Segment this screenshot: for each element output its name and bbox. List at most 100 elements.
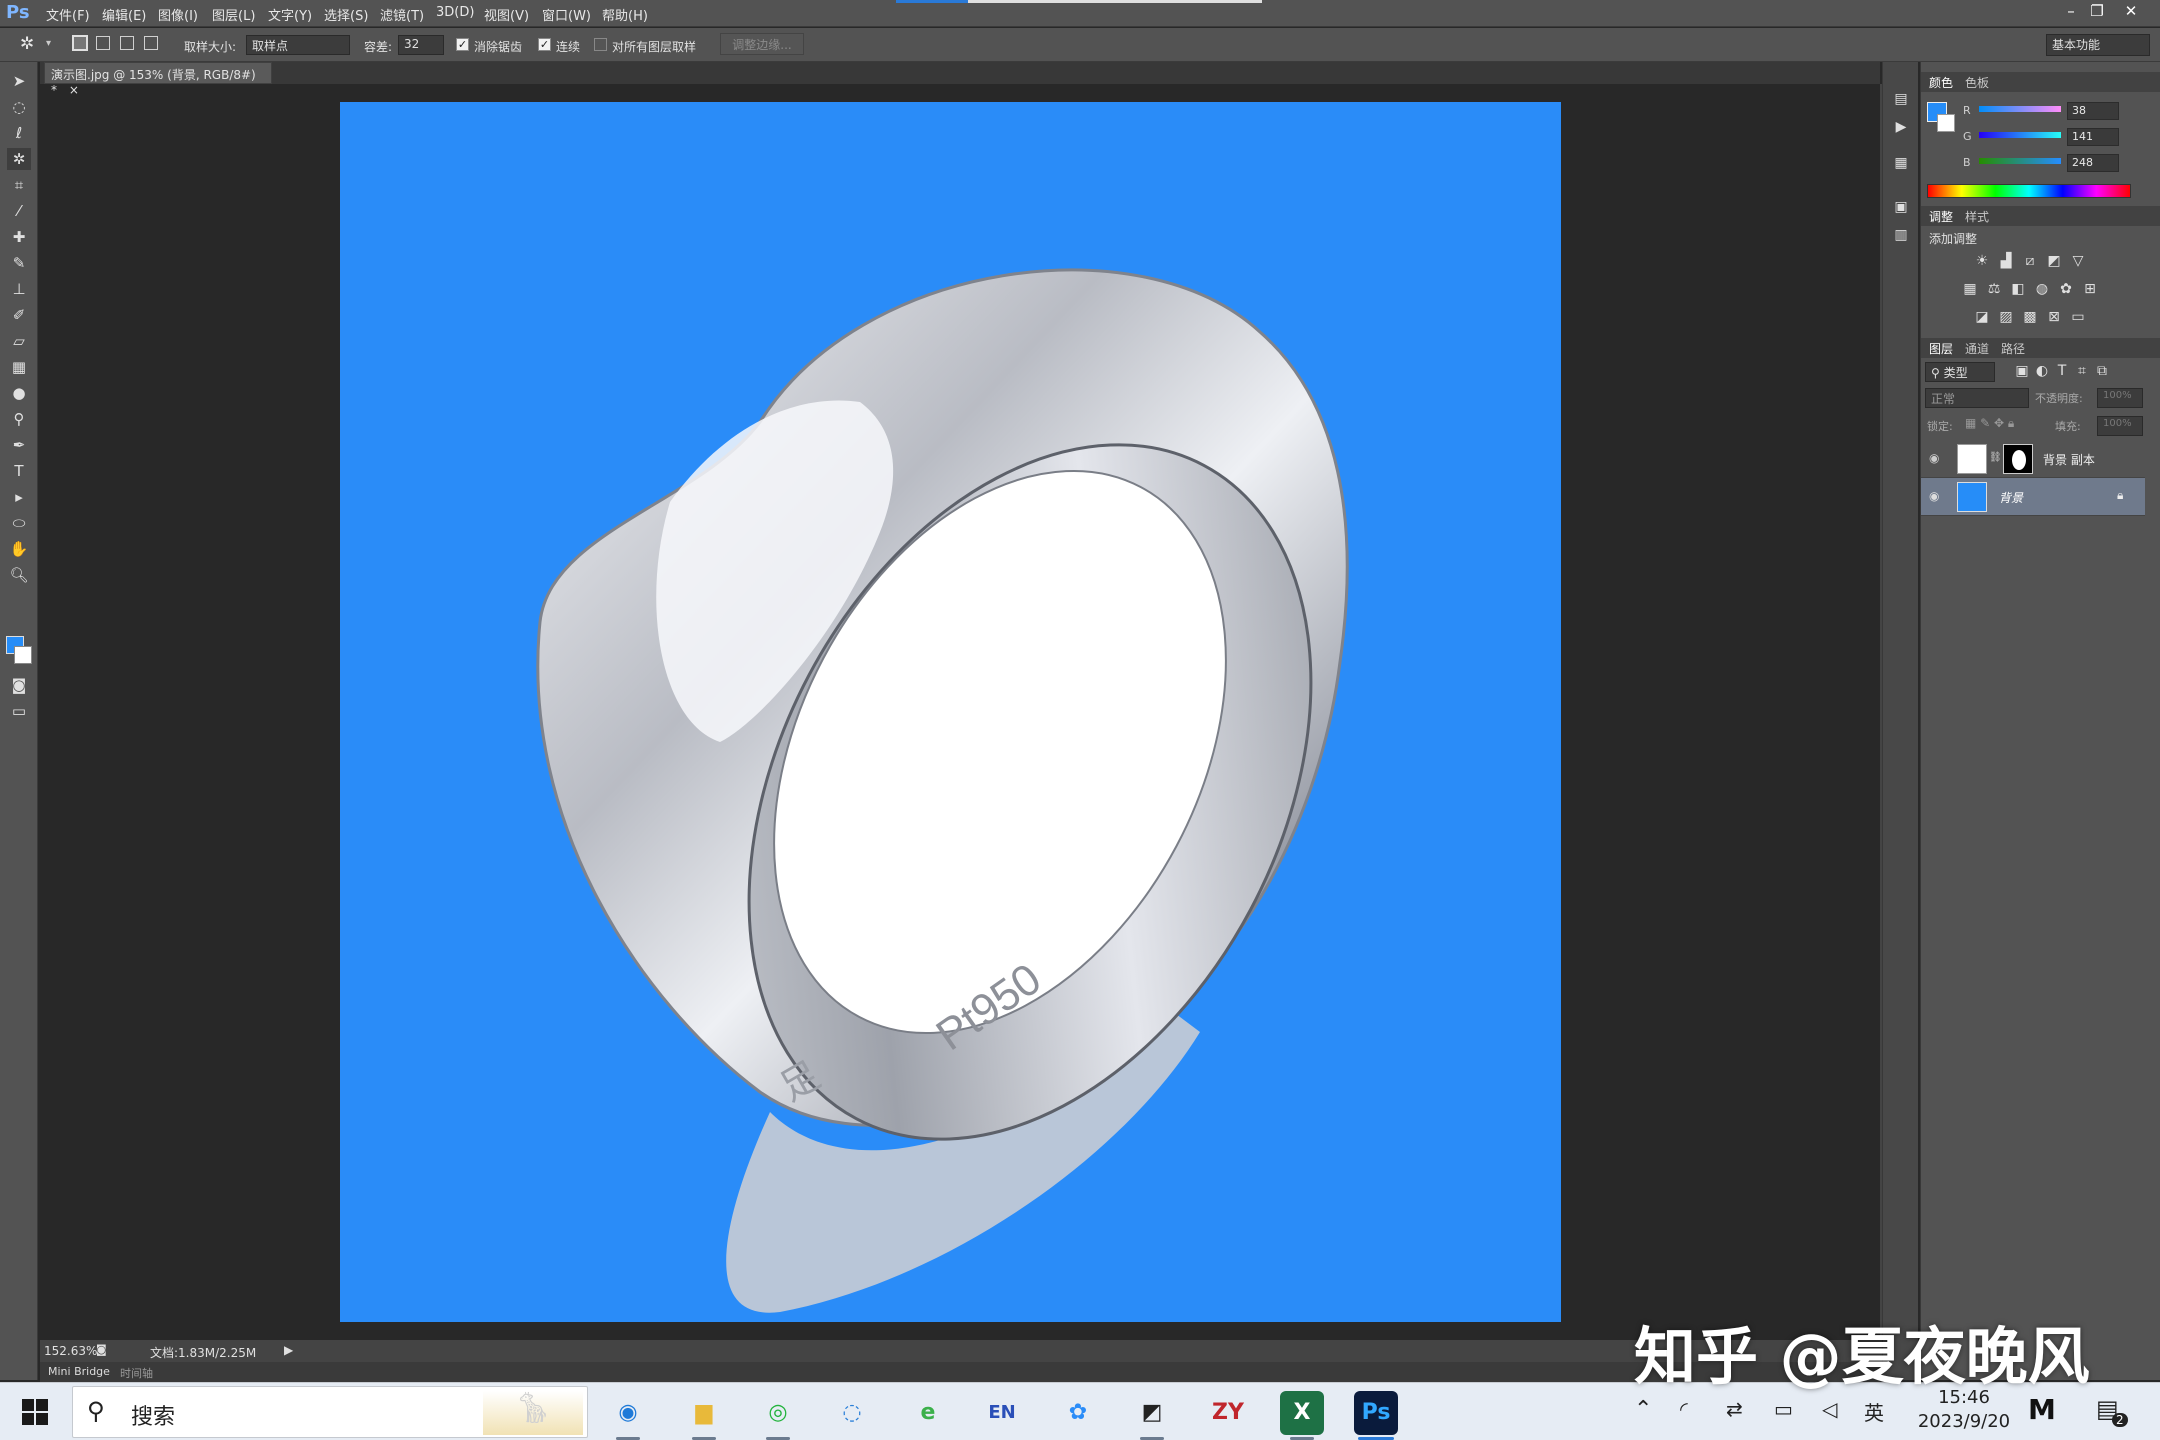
tab-color[interactable]: 颜色: [1923, 74, 1959, 91]
opacity-input[interactable]: 100%: [2097, 388, 2143, 408]
history-panel-icon[interactable]: ▤: [1892, 90, 1910, 108]
visibility-eye-icon[interactable]: ◉: [1929, 489, 1939, 503]
tab-layers[interactable]: 图层: [1923, 340, 1959, 357]
move-tool-icon[interactable]: ➤: [7, 70, 31, 92]
subtract-selection-icon[interactable]: [120, 36, 134, 50]
b-slider[interactable]: [1979, 158, 2061, 164]
color-bg-swatch[interactable]: [1937, 114, 1955, 132]
lock-icons[interactable]: ▦ ✎ ✥ 🔒︎: [1965, 416, 2014, 431]
layer-row-background[interactable]: ◉ 背景 🔒︎: [1921, 478, 2145, 516]
path-select-icon[interactable]: ▸: [7, 486, 31, 508]
wifi-icon[interactable]: ◜: [1680, 1397, 1688, 1421]
chevron-down-icon[interactable]: ▾: [46, 38, 51, 49]
battery-icon[interactable]: ▭: [1774, 1397, 1793, 1421]
fill-input[interactable]: 100%: [2097, 416, 2143, 436]
document-tab[interactable]: 演示图.jpg @ 153% (背景, RGB/8#) * ×: [44, 62, 272, 97]
filter-pixel-icon[interactable]: ▣: [2013, 362, 2031, 380]
photoshop-icon[interactable]: Ps: [1354, 1391, 1398, 1435]
quick-mask-icon[interactable]: ◙: [7, 674, 31, 696]
en-dict-icon[interactable]: EN: [980, 1391, 1024, 1435]
dodge-tool-icon[interactable]: ⚲: [7, 408, 31, 430]
healing-brush-icon[interactable]: ✚: [7, 226, 31, 248]
ellipse-tool-icon[interactable]: ⬭: [7, 512, 31, 534]
vibrance-icon[interactable]: ▽: [2069, 252, 2087, 270]
volume-icon[interactable]: ◁: [1822, 1397, 1837, 1421]
paragraph-panel-icon[interactable]: ▥: [1892, 226, 1910, 244]
b-value-input[interactable]: 248: [2067, 154, 2119, 172]
filter-adjust-icon[interactable]: ◐: [2033, 362, 2051, 380]
color-spectrum-ramp[interactable]: [1927, 184, 2131, 198]
menu-view[interactable]: 视图(V): [484, 5, 529, 24]
filter-type-icon[interactable]: T: [2053, 362, 2071, 380]
tab-adjustments[interactable]: 调整: [1923, 208, 1959, 225]
color-lookup-icon[interactable]: ⊞: [2081, 280, 2099, 298]
color-balance-icon[interactable]: ⚖: [1985, 280, 2003, 298]
excel-icon[interactable]: X: [1280, 1391, 1324, 1435]
document-canvas[interactable]: Pt950 足: [340, 102, 1561, 1322]
magic-wand-tool-icon[interactable]: ✲: [7, 148, 31, 170]
notes-icon[interactable]: ◩: [1130, 1391, 1174, 1435]
layer-name[interactable]: 背景 副本: [2043, 451, 2095, 468]
crop-tool-icon[interactable]: ⌗: [7, 174, 31, 196]
intersect-selection-icon[interactable]: [144, 36, 158, 50]
tab-channels[interactable]: 通道: [1959, 340, 1995, 357]
edge-icon[interactable]: ◉: [606, 1391, 650, 1435]
chain-link-icon[interactable]: ⛓: [1989, 452, 2002, 463]
zy-icon[interactable]: ZY: [1206, 1391, 1250, 1435]
baidu-netdisk-icon[interactable]: ✿: [1056, 1391, 1100, 1435]
clock-date[interactable]: 2023/9/20: [1904, 1411, 2024, 1432]
g-slider[interactable]: [1979, 132, 2061, 138]
chevron-up-icon[interactable]: ⌃: [1634, 1397, 1652, 1422]
photo-filter-icon[interactable]: ◍: [2033, 280, 2051, 298]
tab-swatches[interactable]: 色板: [1959, 74, 1995, 91]
r-value-input[interactable]: 38: [2067, 102, 2119, 120]
hue-saturation-icon[interactable]: ▦: [1961, 280, 1979, 298]
antialias-checkbox[interactable]: ✓: [456, 38, 469, 51]
menu-help[interactable]: 帮助(H): [602, 5, 648, 24]
layer-name[interactable]: 背景: [1999, 489, 2023, 506]
selective-color-icon[interactable]: ⊠: [2045, 308, 2063, 326]
zoom-tool-icon[interactable]: 🔍︎: [7, 564, 31, 586]
app-m-icon[interactable]: M: [2028, 1393, 2056, 1426]
background-color-swatch[interactable]: [14, 646, 32, 664]
lasso-tool-icon[interactable]: ℓ: [7, 122, 31, 144]
layer-filter-select[interactable]: ⚲ 类型: [1925, 362, 1995, 382]
menu-edit[interactable]: 编辑(E): [102, 5, 146, 24]
magic-wand-preset-icon[interactable]: ✲: [20, 34, 34, 54]
clone-stamp-icon[interactable]: ⊥: [7, 278, 31, 300]
ie-icon[interactable]: e: [906, 1391, 950, 1435]
eraser-tool-icon[interactable]: ▱: [7, 330, 31, 352]
new-selection-icon[interactable]: [72, 35, 88, 51]
restore-icon[interactable]: ❐: [2086, 2, 2108, 22]
levels-icon[interactable]: ▟: [1997, 252, 2015, 270]
gradient-tool-icon[interactable]: ▦: [7, 356, 31, 378]
invert-icon[interactable]: ◪: [1973, 308, 1991, 326]
minimize-icon[interactable]: –: [2060, 2, 2082, 22]
filter-shape-icon[interactable]: ⌗: [2073, 362, 2091, 380]
layer-row-copy[interactable]: ◉ ⛓ 背景 副本: [1921, 440, 2145, 478]
screen-mode-icon[interactable]: ▭: [7, 700, 31, 722]
workspace-select[interactable]: 基本功能: [2046, 34, 2150, 56]
marquee-tool-icon[interactable]: ◌: [7, 96, 31, 118]
tab-paths[interactable]: 路径: [1995, 340, 2031, 357]
menu-3d[interactable]: 3D(D): [436, 5, 474, 20]
layer-mask-thumbnail[interactable]: [2003, 444, 2033, 474]
menu-layer[interactable]: 图层(L): [212, 5, 255, 24]
g-value-input[interactable]: 141: [2067, 128, 2119, 146]
blend-mode-select[interactable]: 正常: [1925, 388, 2029, 408]
r-slider[interactable]: [1979, 106, 2061, 112]
refine-edge-button[interactable]: 调整边缘...: [720, 33, 804, 55]
tolerance-input[interactable]: 32: [398, 35, 444, 55]
ime-indicator[interactable]: 英: [1864, 1397, 1884, 1426]
properties-panel-icon[interactable]: ▦: [1892, 154, 1910, 172]
pen-tool-icon[interactable]: ✒: [7, 434, 31, 456]
close-icon[interactable]: ✕: [2120, 2, 2142, 22]
brightness-icon[interactable]: ☀: [1973, 252, 1991, 270]
type-tool-icon[interactable]: T: [7, 460, 31, 482]
actions-panel-icon[interactable]: ▶: [1892, 118, 1910, 136]
black-white-icon[interactable]: ◧: [2009, 280, 2027, 298]
exposure-icon[interactable]: ◩: [2045, 252, 2063, 270]
status-arrow-icon[interactable]: ▶: [284, 1343, 293, 1357]
character-panel-icon[interactable]: ▣: [1892, 198, 1910, 216]
sample-size-select[interactable]: 取样点: [246, 35, 350, 55]
